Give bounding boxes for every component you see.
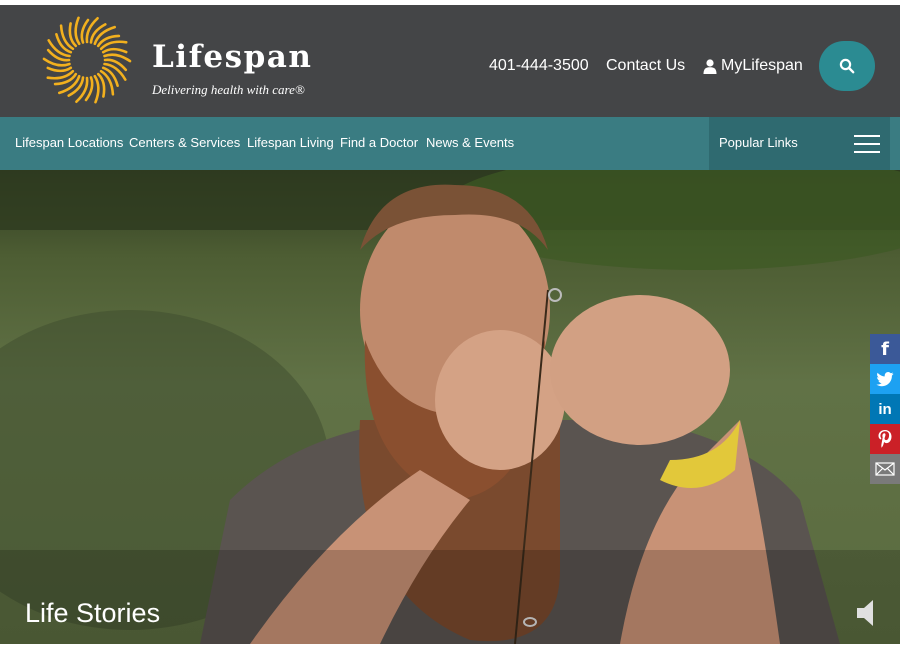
mylifespan-link[interactable]: MyLifespan bbox=[703, 57, 803, 75]
main-nav: Lifespan Locations Centers & Services Li… bbox=[0, 117, 900, 170]
email-share-button[interactable] bbox=[870, 454, 900, 484]
pinterest-share-button[interactable] bbox=[870, 424, 900, 454]
sun-ray bbox=[99, 40, 128, 51]
social-share-bar: f in bbox=[870, 334, 900, 484]
speaker-muted-icon[interactable] bbox=[856, 598, 878, 628]
pinterest-icon bbox=[878, 430, 892, 448]
sun-ray bbox=[101, 47, 128, 54]
sun-ray bbox=[93, 74, 100, 104]
phone-link[interactable]: 401-444-3500 bbox=[489, 57, 589, 75]
email-icon bbox=[875, 462, 895, 476]
brand-name[interactable]: Lifespan bbox=[152, 39, 312, 75]
sun-ray bbox=[46, 69, 75, 80]
contact-us-link[interactable]: Contact Us bbox=[606, 57, 685, 75]
lifespan-sun-logo-icon[interactable] bbox=[42, 15, 132, 105]
popular-links-panel[interactable]: Popular Links bbox=[709, 117, 890, 170]
linkedin-icon: in bbox=[878, 400, 892, 418]
popular-links-label[interactable]: Popular Links bbox=[719, 135, 798, 150]
sun-ray bbox=[46, 66, 73, 73]
nav-item-centers-services[interactable]: Centers & Services bbox=[129, 135, 240, 150]
nav-item-find-a-doctor[interactable]: Find a Doctor bbox=[340, 135, 418, 150]
hamburger-menu-icon[interactable] bbox=[854, 135, 880, 153]
facebook-share-button[interactable]: f bbox=[870, 334, 900, 364]
mylifespan-label: MyLifespan bbox=[721, 57, 803, 74]
site-header: Lifespan Delivering health with care® 40… bbox=[0, 5, 900, 117]
brand-tagline: Delivering health with care® bbox=[152, 82, 305, 97]
search-icon bbox=[839, 58, 855, 74]
linkedin-share-button[interactable]: in bbox=[870, 394, 900, 424]
nav-item-lifespan-locations[interactable]: Lifespan Locations bbox=[15, 135, 123, 150]
twitter-share-button[interactable] bbox=[870, 364, 900, 394]
twitter-icon bbox=[876, 371, 894, 386]
hero-title: Life Stories bbox=[25, 598, 161, 628]
user-icon bbox=[703, 58, 717, 74]
search-button[interactable] bbox=[819, 41, 875, 91]
hero-photo bbox=[0, 170, 900, 644]
nav-item-lifespan-living[interactable]: Lifespan Living bbox=[247, 135, 334, 150]
hero-video[interactable]: Life Stories bbox=[0, 170, 900, 644]
sun-ray bbox=[74, 16, 81, 46]
nav-item-news-events[interactable]: News & Events bbox=[426, 135, 514, 150]
facebook-icon: f bbox=[881, 338, 889, 360]
